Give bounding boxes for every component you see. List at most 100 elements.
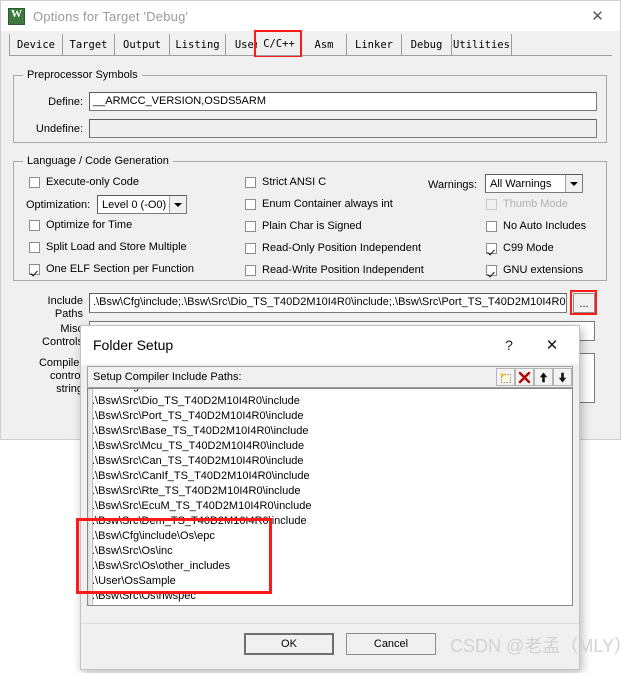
include-paths-label-line2: Paths <box>54 308 83 320</box>
checkbox-box <box>245 264 256 276</box>
checkbox-optimize-for-time[interactable]: Optimize for Time <box>29 219 132 231</box>
checkbox-execute-only-code[interactable]: Execute-only Code <box>29 176 139 188</box>
checkbox-box <box>245 220 256 232</box>
list-item[interactable]: .\Bsw\Src\Os\hwspec <box>88 589 572 604</box>
checkbox-label: Execute-only Code <box>46 176 139 188</box>
tab-bar: Device Target Output Listing User C/C++ … <box>1 31 620 57</box>
close-icon[interactable]: ✕ <box>533 326 571 364</box>
checkbox-no-auto-includes[interactable]: No Auto Includes <box>486 220 586 232</box>
checkbox-box <box>245 198 256 210</box>
folder-setup-footer: OK Cancel CSDN @老孟（MLY） <box>81 623 621 669</box>
checkbox-split-load-store-multiple[interactable]: Split Load and Store Multiple <box>29 241 187 253</box>
title-bar: Options for Target 'Debug' ✕ <box>1 1 620 31</box>
list-item[interactable]: .\Bsw\Cfg\include\Os\epc <box>88 529 572 544</box>
chevron-down-icon[interactable] <box>169 196 186 213</box>
list-item[interactable]: .\Bsw\Src\Rte_TS_T40D2M10I4R0\include <box>88 484 572 499</box>
checkbox-label: Plain Char is Signed <box>262 220 362 232</box>
misc-controls-label-line2: Controls <box>42 336 83 348</box>
cancel-button[interactable]: Cancel <box>346 633 436 655</box>
move-up-icon[interactable] <box>534 368 553 386</box>
checkbox-gnu-extensions[interactable]: GNU extensions <box>486 264 583 276</box>
warnings-value: All Warnings <box>490 177 552 190</box>
checkbox-box <box>245 176 256 188</box>
tab-asm[interactable]: Asm <box>302 34 346 55</box>
checkbox-label: Enum Container always int <box>262 198 393 210</box>
language-codegen-legend: Language / Code Generation <box>23 155 173 167</box>
list-item[interactable]: .\Bsw\Src\Dem_TS_T40D2M10I4R0\include <box>88 514 572 529</box>
checkbox-label: Read-Only Position Independent <box>262 242 421 254</box>
list-item[interactable]: .\Bsw\Src\Can_TS_T40D2M10I4R0\include <box>88 454 572 469</box>
tab-device[interactable]: Device <box>9 34 63 55</box>
list-item[interactable]: .\User\OsSample <box>88 574 572 589</box>
close-icon[interactable]: ✕ <box>575 1 620 31</box>
checkbox-box <box>29 176 40 188</box>
tab-debug[interactable]: Debug <box>402 34 452 55</box>
include-paths-input[interactable]: .\Bsw\Cfg\include;.\Bsw\Src\Dio_TS_T40D2… <box>89 293 567 313</box>
define-input[interactable]: __ARMCC_VERSION,OSDS5ARM <box>89 92 597 111</box>
folder-setup-toolbar-label: Setup Compiler Include Paths: <box>93 371 242 383</box>
folder-setup-dialog: Folder Setup ? ✕ Setup Compiler Include … <box>80 325 621 670</box>
checkbox-label: Optimize for Time <box>46 219 133 231</box>
include-paths-label-line1: Include <box>47 295 83 307</box>
tab-listing[interactable]: Listing <box>170 34 226 55</box>
checkbox-label: One ELF Section per Function <box>46 263 194 275</box>
include-paths-list-items: .\Bsw\Cfg\include .\Bsw\Src\Dio_TS_T40D2… <box>88 389 572 604</box>
checkbox-read-only-position-independent[interactable]: Read-Only Position Independent <box>245 242 421 254</box>
tab-linker[interactable]: Linker <box>346 34 402 55</box>
tab-utilities[interactable]: Utilities <box>452 34 512 55</box>
tab-output[interactable]: Output <box>115 34 170 55</box>
checkbox-box <box>29 219 40 231</box>
browse-button-highlight <box>570 290 597 315</box>
checkbox-label: Strict ANSI C <box>262 176 327 188</box>
warnings-select[interactable]: All Warnings <box>485 174 583 193</box>
preprocessor-symbols-legend: Preprocessor Symbols <box>23 69 142 81</box>
window-title: Options for Target 'Debug' <box>33 8 189 24</box>
delete-path-icon[interactable] <box>515 368 534 386</box>
optimization-select[interactable]: Level 0 (-O0) <box>97 195 187 214</box>
checkbox-box <box>29 241 40 253</box>
list-item[interactable]: .\Bsw\Src\EcuM_TS_T40D2M10I4R0\include <box>88 499 572 514</box>
move-down-icon[interactable] <box>553 368 572 386</box>
list-item[interactable]: .\Bsw\Src\Mcu_TS_T40D2M10I4R0\include <box>88 439 572 454</box>
checkbox-c99-mode[interactable]: C99 Mode <box>486 242 554 254</box>
watermark-text: CSDN @老孟（MLY） <box>450 636 621 656</box>
compiler-string-label-line2: control <box>49 370 83 382</box>
list-item[interactable]: .\Bsw\Src\Os\other_includes <box>88 559 572 574</box>
undefine-label: Undefine: <box>35 123 83 135</box>
new-path-icon[interactable] <box>496 368 515 386</box>
checkbox-plain-char-is-signed[interactable]: Plain Char is Signed <box>245 220 362 232</box>
optimization-value: Level 0 (-O0) <box>102 198 167 211</box>
checkbox-box <box>486 242 497 254</box>
list-item[interactable]: .\Bsw\Src\Dio_TS_T40D2M10I4R0\include <box>88 394 572 409</box>
tab-underline <box>9 55 612 56</box>
include-paths-list[interactable]: .\Bsw\Cfg\include .\Bsw\Src\Dio_TS_T40D2… <box>87 388 573 606</box>
misc-controls-label-line1: Misc <box>60 323 83 335</box>
checkbox-label: No Auto Includes <box>503 220 587 232</box>
checkbox-label: C99 Mode <box>503 242 554 254</box>
list-item[interactable]: .\Bsw\Src\CanIf_TS_T40D2M10I4R0\include <box>88 469 572 484</box>
define-label: Define: <box>48 96 83 108</box>
checkbox-enum-container-always-int[interactable]: Enum Container always int <box>245 198 393 210</box>
list-item[interactable]: .\Bsw\Src\Base_TS_T40D2M10I4R0\include <box>88 424 572 439</box>
help-icon[interactable]: ? <box>495 326 523 364</box>
ok-button[interactable]: OK <box>244 633 334 655</box>
compiler-string-label-line1: Compiler <box>38 357 83 369</box>
checkbox-box <box>486 220 497 232</box>
tab-target[interactable]: Target <box>63 34 115 55</box>
checkbox-one-elf-section-per-function[interactable]: One ELF Section per Function <box>29 263 194 275</box>
checkbox-box <box>486 264 497 276</box>
folder-setup-toolbar: Setup Compiler Include Paths: <box>87 366 573 388</box>
checkbox-read-write-position-independent[interactable]: Read-Write Position Independent <box>245 264 424 276</box>
checkbox-box <box>486 198 497 210</box>
checkbox-box <box>245 242 256 254</box>
warnings-label: Warnings: <box>428 179 478 191</box>
undefine-input[interactable] <box>89 119 597 138</box>
compiler-string-label-line3: string <box>56 383 83 395</box>
checkbox-strict-ansi-c[interactable]: Strict ANSI C <box>245 176 326 188</box>
chevron-down-icon[interactable] <box>565 175 582 192</box>
list-item[interactable]: .\Bsw\Src\Port_TS_T40D2M10I4R0\include <box>88 409 572 424</box>
list-item[interactable]: .\Bsw\Src\Os\inc <box>88 544 572 559</box>
keil-logo-icon <box>8 7 25 25</box>
checkbox-label: Split Load and Store Multiple <box>46 241 187 253</box>
checkbox-thumb-mode: Thumb Mode <box>486 198 568 210</box>
